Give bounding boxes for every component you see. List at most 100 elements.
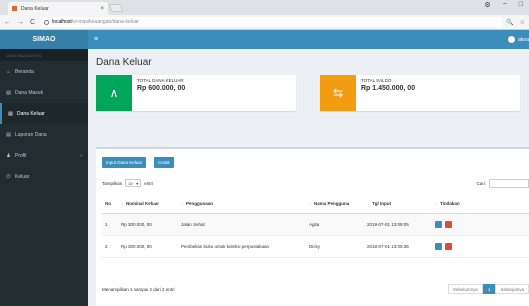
previous-page-button[interactable]: Sebelumnya xyxy=(447,284,483,294)
sidebar-item-label: Dana Keluar xyxy=(17,110,45,117)
table-row: 1 Rp 300.000, 00 Jalan Sehat Agita 2018-… xyxy=(102,213,529,236)
info-box-label: TOTAL DANA KELUAR xyxy=(137,78,184,83)
zoom-icon[interactable]: 🔍 xyxy=(506,19,513,26)
next-page-button[interactable]: Selanjutnya xyxy=(495,284,529,294)
input-dana-keluar-button[interactable]: Input Dana Keluar xyxy=(102,157,147,168)
info-icon[interactable] xyxy=(44,19,50,25)
sidebar-toggle-icon[interactable]: ≡ xyxy=(94,36,98,43)
minimize-button[interactable]: − xyxy=(503,1,507,9)
sidebar-item-profil[interactable]: ♟ Profil ‹ xyxy=(0,145,88,166)
table-actions xyxy=(432,213,529,236)
table-info: Menampilkan 1 sampai 2 dari 2 entri xyxy=(102,287,175,292)
table-header-row: No Nominal Keluar Penggunaan Nama Penggu… xyxy=(102,195,529,214)
table-cell: 2 xyxy=(102,235,118,258)
show-suffix: entri xyxy=(144,180,154,186)
page-1-button[interactable]: 1 xyxy=(482,284,496,294)
content-area: Dana Keluar ∧ TOTAL DANA KELUAR Rp 600.0… xyxy=(88,49,529,306)
browser-tabbar: Dana Keluar × ⚙ − □ xyxy=(0,0,529,15)
column-header[interactable]: Nama Pengguna xyxy=(306,195,364,214)
page-length-control: Tampilkan 10 ▾ entri xyxy=(102,179,153,187)
table-cell: Agita xyxy=(306,213,364,236)
table-icon: ▤ xyxy=(8,110,13,117)
chevron-down-icon: ▾ xyxy=(136,180,139,186)
data-box: Input Dana Keluar Cetak Tampilkan 10 ▾ e… xyxy=(96,147,529,306)
info-box-value: Rp 1.450.000, 00 xyxy=(361,85,416,92)
sidebar-item-beranda[interactable]: ⌂ Beranda xyxy=(0,61,88,82)
url-path: /si-mas/keuangan/dana-keluar xyxy=(71,19,140,25)
back-icon[interactable]: ← xyxy=(4,19,11,26)
show-label: Tampilkan xyxy=(102,180,123,186)
sidebar-item-dana-masuk[interactable]: ▤ Dana Masuk xyxy=(0,82,88,103)
pagination: Sebelumnya 1 Selanjutnya xyxy=(447,284,529,294)
info-box-value: Rp 600.000, 00 xyxy=(137,85,186,92)
new-tab-button[interactable] xyxy=(108,4,124,12)
top-navbar: ≡ akoa xyxy=(88,30,529,49)
tab-close-icon[interactable]: × xyxy=(100,6,104,12)
address-bar: ← → C localhost /si-mas/keuangan/dana-ke… xyxy=(0,15,529,30)
profile-icon[interactable]: ⚙ xyxy=(484,1,490,9)
sidebar-item-dana-keluar[interactable]: ▤ Dana Keluar xyxy=(0,103,88,124)
column-header[interactable]: Tindakan xyxy=(432,195,529,214)
data-table: No Nominal Keluar Penggunaan Nama Penggu… xyxy=(102,195,529,258)
url-input[interactable]: localhost /si-mas/keuangan/dana-keluar xyxy=(41,17,503,27)
sidebar: MAIN NAVIGATION ⌂ Beranda ▤ Dana Masuk ▤… xyxy=(0,49,88,306)
sidebar-item-label: Beranda xyxy=(15,68,34,75)
window-controls: ⚙ − □ xyxy=(484,1,523,9)
home-icon: ⌂ xyxy=(6,68,11,75)
delete-icon[interactable] xyxy=(445,242,453,250)
chevron-left-icon: ‹ xyxy=(80,152,82,159)
url-host: localhost xyxy=(52,19,72,25)
table-cell: 2018-07-01 13:05:36 xyxy=(364,235,432,258)
forward-icon[interactable]: → xyxy=(17,19,24,26)
search-input[interactable] xyxy=(489,179,529,188)
sidebar-item-label: Laporan Dana xyxy=(15,131,47,138)
search-label: Cari: xyxy=(476,181,486,186)
reload-icon[interactable]: C xyxy=(30,19,35,26)
table-cell: Rp 300.000, 00 xyxy=(118,213,178,236)
browser-tab[interactable]: Dana Keluar × xyxy=(8,2,108,15)
sidebar-item-label: Dana Masuk xyxy=(15,89,44,96)
column-header[interactable]: No xyxy=(102,195,118,214)
user-name: akoa xyxy=(518,36,529,43)
sidebar-item-label: Keluar xyxy=(15,173,30,180)
page-title: Dana Keluar xyxy=(96,57,152,68)
maximize-button[interactable]: □ xyxy=(519,1,523,9)
info-box-total-dana-keluar: ∧ TOTAL DANA KELUAR Rp 600.000, 00 xyxy=(96,75,296,111)
favicon-icon xyxy=(12,6,17,11)
edit-icon[interactable] xyxy=(435,242,442,250)
column-header[interactable]: Tgl Input xyxy=(364,195,432,214)
table-cell: Rp 300.000, 00 xyxy=(118,235,178,258)
print-button[interactable]: Cetak xyxy=(154,157,174,168)
sidebar-item-label: Profil xyxy=(15,152,27,159)
edit-icon[interactable] xyxy=(435,220,442,228)
chevron-up-icon: ∧ xyxy=(96,75,132,111)
table-actions xyxy=(432,235,529,258)
power-icon: ⏻ xyxy=(6,173,11,180)
avatar xyxy=(508,36,516,43)
table-cell: Dicky xyxy=(306,235,364,258)
user-menu[interactable]: akoa xyxy=(508,36,529,43)
search-control: Cari: xyxy=(476,179,529,188)
table-cell: 1 xyxy=(102,213,118,236)
sidebar-item-keluar[interactable]: ⏻ Keluar xyxy=(0,166,88,187)
page-length-value: 10 xyxy=(128,180,133,186)
exchange-icon: ⇆ xyxy=(320,75,356,111)
info-box-label: TOTAL SALDO xyxy=(361,78,392,83)
app-logo[interactable]: SIMAO xyxy=(0,30,88,49)
table-icon: ▤ xyxy=(6,89,11,96)
sidebar-item-laporan-dana[interactable]: ▤ Laporan Dana xyxy=(0,124,88,145)
column-header[interactable]: Penggunaan xyxy=(178,195,306,214)
table-row: 2 Rp 300.000, 00 Pembelian buku untuk ko… xyxy=(102,235,529,258)
column-header[interactable]: Nominal Keluar xyxy=(118,195,178,214)
table-cell: Jalan Sehat xyxy=(178,213,306,236)
table-cell: 2018-07-01 13:09:05 xyxy=(364,213,432,236)
delete-icon[interactable] xyxy=(445,220,453,228)
sidebar-header: MAIN NAVIGATION xyxy=(0,49,88,61)
table-icon: ▤ xyxy=(6,131,11,138)
table-cell: Pembelian buku untuk koleksi perpustakaa… xyxy=(178,235,306,258)
info-box-total-saldo: ⇆ TOTAL SALDO Rp 1.450.000, 00 xyxy=(320,75,520,111)
tab-title: Dana Keluar xyxy=(21,5,49,12)
bookmark-star-icon[interactable]: ☆ xyxy=(520,19,525,26)
user-icon: ♟ xyxy=(6,152,11,159)
page-length-select[interactable]: 10 ▾ xyxy=(125,179,142,187)
